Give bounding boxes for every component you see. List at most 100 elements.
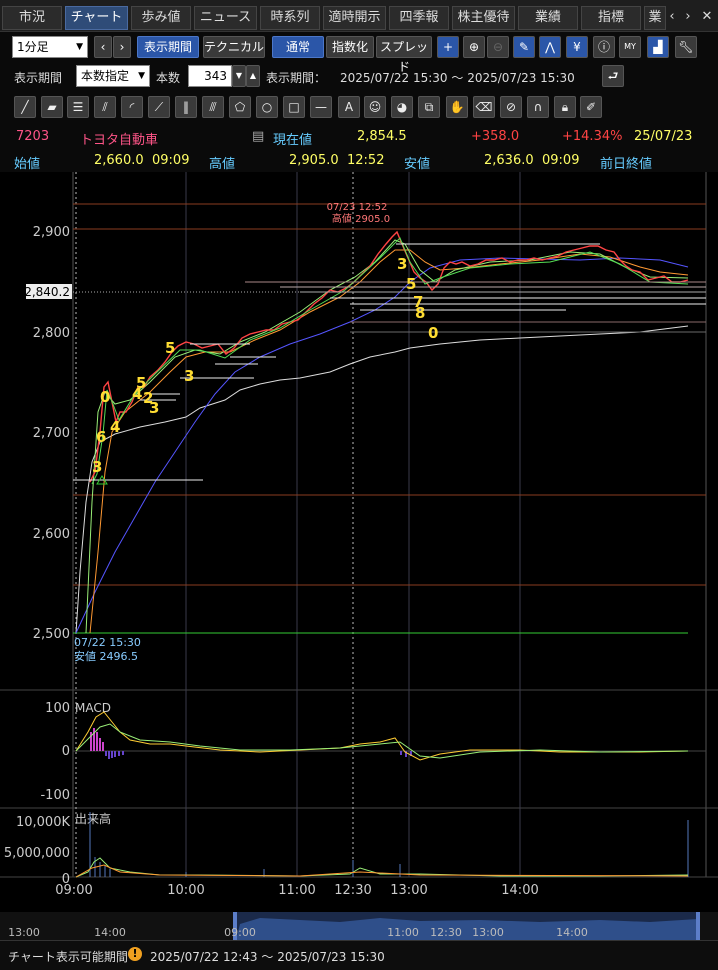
fan-tool-icon[interactable]: ⟋ [148, 96, 170, 118]
yen-icon[interactable]: ¥ [566, 36, 588, 58]
arc-tool-icon[interactable]: ◜ [121, 96, 143, 118]
wrench-icon[interactable]: 🔧︎ [675, 36, 697, 58]
zoom-in-icon[interactable]: ⊕ [463, 36, 485, 58]
prev-button[interactable]: ‹ [94, 36, 112, 58]
return-icon[interactable]: ⮐ [602, 65, 624, 87]
vlines-tool-icon[interactable]: ‖ [175, 96, 197, 118]
chart-settings-icon[interactable]: ⋀ [539, 36, 561, 58]
pentagon-tool-icon[interactable]: ⬠ [229, 96, 251, 118]
tab-benefits[interactable]: 株主優待 [452, 6, 515, 30]
tab-timeseries[interactable]: 時系列 [260, 6, 320, 30]
circle-tool-icon[interactable]: ○ [256, 96, 278, 118]
y-tick: 2,600 [33, 527, 70, 542]
stepper-down-icon[interactable]: ▼ [232, 65, 246, 87]
eraser-tool-icon[interactable]: ⌫ [473, 96, 495, 118]
normal-button[interactable]: 通常 [272, 36, 324, 58]
area-chart-icon[interactable]: ▟ [647, 36, 669, 58]
copy-tool-icon[interactable]: ⧉ [418, 96, 440, 118]
open-value: 2,660.0 [94, 153, 144, 168]
chevron-right-icon[interactable]: › [680, 6, 696, 30]
status-label: チャート表示可能期間 [8, 950, 128, 964]
tab-more[interactable]: 業 [644, 6, 666, 30]
count-label: 0 [428, 324, 438, 342]
low-value: 2,636.0 [484, 153, 534, 168]
magnet-tool-icon[interactable]: ∩ [527, 96, 549, 118]
paste-tool-icon[interactable]: ✋ [446, 96, 468, 118]
sticker-tool-icon[interactable]: ◕ [391, 96, 413, 118]
volume-tick: 5,000,000 [4, 846, 70, 861]
dropdown-arrow-icon: ▼ [138, 71, 145, 81]
pencil-icon[interactable]: ✎ [513, 36, 535, 58]
y-tick: 2,900 [33, 225, 70, 240]
current-price-marker-text: 2,840.2 [24, 285, 70, 299]
my-icon[interactable]: MY [619, 36, 641, 58]
high-label: 高値 [209, 157, 236, 172]
navigator-area [236, 918, 698, 940]
channel-tool-icon[interactable]: ⫽ [94, 96, 116, 118]
count-label: 3 [397, 255, 407, 273]
x-tick: 09:00 [55, 883, 92, 898]
tab-indicators[interactable]: 指標 [581, 6, 641, 30]
nav-tick: 11:00 [387, 926, 419, 939]
navigator-svg: 13:00 14:00 09:00 11:00 12:30 13:00 14:0… [0, 912, 718, 940]
macd-tick: 100 [45, 701, 70, 716]
period-mode-select[interactable]: 本数指定 ▼ [76, 65, 150, 87]
period-label: 表示期間 [14, 71, 63, 85]
navigator-handle-right[interactable] [696, 912, 700, 940]
hlines-tool-icon[interactable]: ☰ [67, 96, 89, 118]
chevron-left-icon[interactable]: ‹ [664, 6, 680, 30]
tab-results[interactable]: 業績 [518, 6, 578, 30]
technical-button[interactable]: テクニカル [203, 36, 265, 58]
tab-market[interactable]: 市況 [2, 6, 62, 30]
index-button[interactable]: 指数化 [326, 36, 374, 58]
current-value: 2,854.5 [357, 129, 407, 144]
lock-tool-icon[interactable]: 🔒︎ [554, 96, 576, 118]
x-tick: 13:00 [390, 883, 427, 898]
zoom-out-icon[interactable]: ⊖ [487, 36, 509, 58]
interval-select[interactable]: 1分足 ▼ [12, 36, 88, 58]
time-navigator[interactable]: 13:00 14:00 09:00 11:00 12:30 13:00 14:0… [0, 912, 718, 940]
status-range: 2025/07/22 12:43 ～ 2025/07/23 15:30 [150, 950, 385, 964]
hline-tool-icon[interactable]: — [310, 96, 332, 118]
tab-disclosure[interactable]: 適時開示 [323, 6, 386, 30]
tab-quarterly[interactable]: 四季報 [389, 6, 449, 30]
close-icon[interactable]: ✕ [698, 6, 716, 30]
add-icon[interactable]: + [437, 36, 459, 58]
erase-select-icon[interactable]: ⊘ [500, 96, 522, 118]
stock-name: トヨタ自動車 [80, 133, 159, 148]
info-icon[interactable]: ⓘ [593, 36, 615, 58]
rect-tool-icon[interactable]: □ [283, 96, 305, 118]
low-label: 安値 [404, 157, 431, 172]
tab-news[interactable]: ニュース [194, 6, 257, 30]
gann-tool-icon[interactable]: ⫻ [202, 96, 224, 118]
edit-tool-icon[interactable]: ✐ [580, 96, 602, 118]
low-time: 09:09 [542, 153, 580, 168]
count-input[interactable]: 343 [188, 65, 232, 87]
price-chart[interactable]: 2,900 2,800 2,700 2,600 2,500 2,840.2 07… [0, 172, 718, 912]
volume-label: 出来高 [75, 811, 111, 826]
high-annotation-value: 高値 2905.0 [332, 212, 390, 225]
stepper-up-icon[interactable]: ▲ [246, 65, 260, 87]
change-pct: +14.34% [562, 129, 623, 144]
low-annotation-time: 07/22 15:30 [74, 636, 141, 649]
nav-tick: 14:00 [94, 926, 126, 939]
tab-chart[interactable]: チャート [65, 6, 128, 30]
chart-svg: 2,900 2,800 2,700 2,600 2,500 2,840.2 07… [0, 172, 718, 912]
text-tool-icon[interactable]: A [338, 96, 360, 118]
next-button[interactable]: › [113, 36, 131, 58]
dropdown-arrow-icon: ▼ [76, 42, 83, 52]
macd-label: MACD [75, 701, 111, 715]
spread-button[interactable]: スプレッド [376, 36, 432, 74]
open-time: 09:09 [152, 153, 190, 168]
low-annotation-value: 安値 2496.5 [74, 649, 138, 663]
display-period-button[interactable]: 表示期間 [137, 36, 199, 58]
prev-close-label: 前日終値 [600, 157, 653, 172]
ruler-tool-icon[interactable]: ▰ [41, 96, 63, 118]
count-label: 3 [92, 458, 102, 476]
y-tick: 2,700 [33, 426, 70, 441]
change-value: +358.0 [471, 129, 520, 144]
line-tool-icon[interactable]: ╱ [14, 96, 36, 118]
icon-tool-icon[interactable]: ☺ [364, 96, 386, 118]
tab-ticks[interactable]: 歩み値 [131, 6, 191, 30]
high-annotation-time: 07/23 12:52 [327, 202, 388, 213]
